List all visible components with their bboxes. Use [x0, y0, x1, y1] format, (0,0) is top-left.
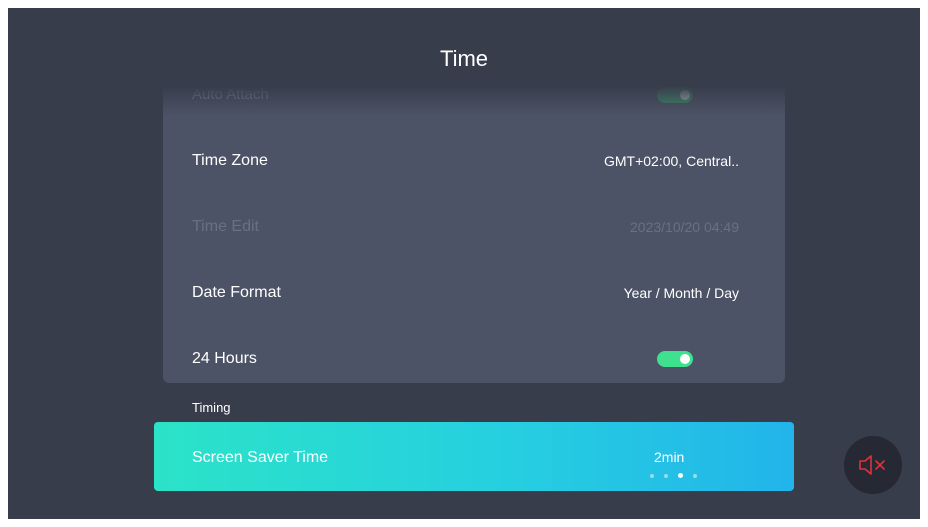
time-zone-value: GMT+02:00, Central.. — [603, 153, 739, 169]
speaker-muted-icon — [859, 455, 885, 475]
hours24-label: 24 Hours — [192, 350, 257, 367]
hours24-toggle[interactable] — [657, 351, 693, 367]
time-edit-label: Time Edit — [192, 218, 259, 235]
time-zone-label: Time Zone — [192, 152, 268, 169]
toggle-knob — [680, 90, 690, 100]
screen-saver-time-label: Screen Saver Time — [192, 449, 329, 466]
page-dot — [693, 473, 697, 478]
time-zone-row[interactable]: Time Zone GMT+02:00, Central.. — [163, 128, 785, 194]
hours24-row[interactable]: 24 Hours — [163, 326, 785, 383]
screen-saver-time-row[interactable]: Screen Saver Time 2min — [154, 422, 794, 491]
page-dot — [650, 473, 654, 478]
screen-saver-time-value: 2min — [654, 449, 685, 465]
auto-attach-label: Auto Attach — [192, 86, 269, 103]
date-format-value: Year / Month / Day — [623, 285, 739, 301]
timing-section-label: Timing — [192, 400, 231, 415]
date-format-row[interactable]: Date Format Year / Month / Day — [163, 260, 785, 326]
settings-card: Auto Attach Time Zone GMT+02:00, Central… — [163, 86, 785, 383]
time-edit-row: Time Edit 2023/10/20 04:49 — [163, 194, 785, 260]
auto-attach-row[interactable]: Auto Attach — [163, 86, 785, 128]
date-format-label: Date Format — [192, 284, 281, 301]
page-title: Time — [439, 46, 489, 71]
page-indicator — [650, 467, 707, 485]
page-dot-active — [678, 473, 683, 479]
toggle-knob — [680, 354, 690, 364]
auto-attach-toggle[interactable] — [657, 87, 693, 103]
page-dot — [664, 473, 668, 478]
mute-button[interactable] — [844, 436, 902, 494]
time-settings-screen: Time Auto Attach Time Zone GMT+02:00, Ce… — [8, 8, 920, 519]
time-edit-value: 2023/10/20 04:49 — [630, 219, 739, 235]
